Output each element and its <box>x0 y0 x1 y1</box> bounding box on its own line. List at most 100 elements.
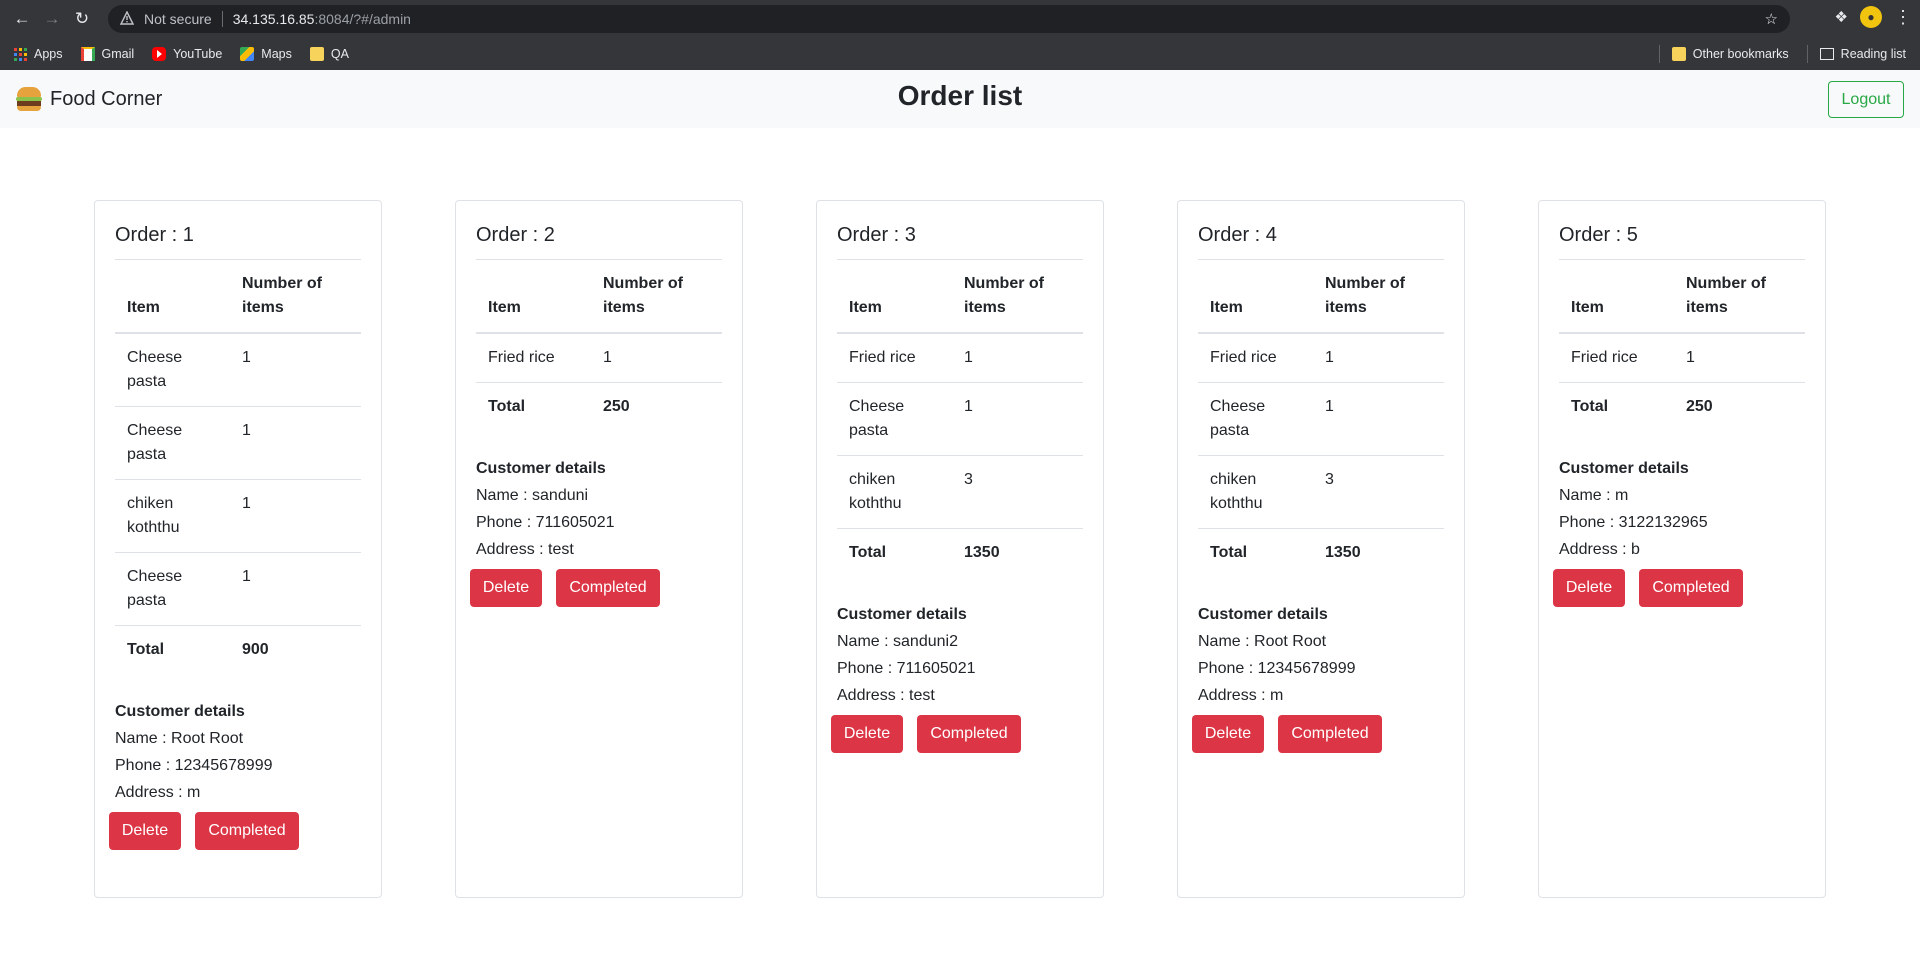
profile-avatar[interactable]: ● <box>1860 6 1882 28</box>
folder-icon <box>1671 47 1686 61</box>
completed-button[interactable]: Completed <box>917 715 1021 753</box>
back-arrow-icon[interactable]: ← <box>8 5 36 33</box>
table-header-row: Item Number of items <box>476 259 722 334</box>
order-actions: Delete Completed <box>1192 715 1444 753</box>
extensions-puzzle-icon[interactable]: ❖ <box>1835 8 1848 26</box>
order-items-table: Item Number of items Cheese pasta 1 Chee… <box>115 259 361 674</box>
bookmark-youtube[interactable]: YouTube <box>152 47 222 61</box>
table-header-row: Item Number of items <box>115 259 361 334</box>
item-column-header: Item <box>115 259 230 334</box>
order-item-row: chiken koththu 3 <box>1198 455 1444 529</box>
delete-button[interactable]: Delete <box>831 715 903 753</box>
bookmark-label: QA <box>330 47 349 61</box>
customer-address: Address : m <box>1198 687 1284 704</box>
item-qty: 1 <box>591 332 722 383</box>
order-item-row: chiken koththu 3 <box>837 455 1083 529</box>
total-label: Total <box>1198 528 1313 577</box>
delete-button[interactable]: Delete <box>1192 715 1264 753</box>
customer-details: Customer details Name : m Phone : 312213… <box>1559 455 1805 563</box>
maps-icon <box>240 47 255 61</box>
completed-button[interactable]: Completed <box>195 812 299 850</box>
order-item-row: Fried rice 1 <box>1198 332 1444 383</box>
order-card: Order : 4 Item Number of items Fried ric… <box>1177 200 1465 898</box>
total-value: 250 <box>591 382 722 431</box>
total-row: Total 250 <box>476 382 722 431</box>
order-actions: Delete Completed <box>831 715 1083 753</box>
forward-arrow-icon[interactable]: → <box>38 5 66 33</box>
bookmark-label: Gmail <box>101 47 135 61</box>
bookmark-gmail[interactable]: Gmail <box>80 47 135 61</box>
browser-menu-icon[interactable]: ⋮ <box>1894 8 1912 26</box>
customer-name: Name : Root Root <box>1198 633 1327 650</box>
order-card: Order : 3 Item Number of items Fried ric… <box>816 200 1104 898</box>
item-name: Fried rice <box>1559 332 1674 383</box>
order-item-row: chiken koththu 1 <box>115 479 361 553</box>
customer-address: Address : b <box>1559 541 1640 558</box>
order-item-row: Cheese pasta 1 <box>115 406 361 480</box>
order-items-table: Item Number of items Fried rice 1 Cheese… <box>1198 259 1444 577</box>
completed-button[interactable]: Completed <box>1278 715 1382 753</box>
customer-details: Customer details Name : Root Root Phone … <box>115 698 361 806</box>
total-label: Total <box>115 625 230 674</box>
delete-button[interactable]: Delete <box>109 812 181 850</box>
total-value: 250 <box>1674 382 1805 431</box>
url-host: 34.135.16.85 <box>232 11 315 27</box>
item-name: chiken koththu <box>837 455 952 529</box>
customer-address: Address : test <box>837 687 935 704</box>
bookmark-star-icon[interactable]: ☆ <box>1765 10 1778 28</box>
bookmarks-divider <box>1658 45 1660 63</box>
customer-name: Name : sanduni <box>476 487 589 504</box>
total-row: Total 1350 <box>837 528 1083 577</box>
total-label: Total <box>837 528 952 577</box>
logout-button[interactable]: Logout <box>1828 81 1904 118</box>
customer-details: Customer details Name : Root Root Phone … <box>1198 601 1444 709</box>
table-header-row: Item Number of items <box>837 259 1083 334</box>
bookmark-apps[interactable]: Apps <box>14 47 63 61</box>
total-row: Total 1350 <box>1198 528 1444 577</box>
order-actions: Delete Completed <box>1553 569 1805 607</box>
item-name: Cheese pasta <box>837 382 952 456</box>
completed-button[interactable]: Completed <box>556 569 660 607</box>
customer-details-title: Customer details <box>1198 606 1328 623</box>
item-qty: 1 <box>952 382 1083 456</box>
reload-icon[interactable]: ↻ <box>68 5 96 33</box>
delete-button[interactable]: Delete <box>1553 569 1625 607</box>
bookmarks-right: Other bookmarks Reading list <box>1658 38 1906 70</box>
completed-button[interactable]: Completed <box>1639 569 1743 607</box>
page-title: Order list <box>897 80 1023 111</box>
url-path: :8084/?#/admin <box>314 11 411 27</box>
total-label: Total <box>476 382 591 431</box>
item-name: Cheese pasta <box>115 552 230 626</box>
customer-name: Name : m <box>1559 487 1629 504</box>
item-name: Cheese pasta <box>1198 382 1313 456</box>
reading-list[interactable]: Reading list <box>1819 47 1906 61</box>
order-title: Order : 1 <box>115 224 194 246</box>
customer-details: Customer details Name : sanduni Phone : … <box>476 455 722 563</box>
count-column-header: Number of items <box>230 259 361 334</box>
item-qty: 3 <box>952 455 1083 529</box>
other-bookmarks[interactable]: Other bookmarks <box>1671 47 1789 61</box>
item-qty: 1 <box>952 332 1083 383</box>
app-navbar: Food Corner Order list Logout <box>0 70 1920 128</box>
address-bar[interactable]: Not secure 34.135.16.85 :8084/?#/admin ☆ <box>108 5 1790 33</box>
customer-phone: Phone : 12345678999 <box>115 757 273 774</box>
item-qty: 1 <box>1674 332 1805 383</box>
bookmark-qa[interactable]: QA <box>309 47 349 61</box>
browser-toolbar: ← → ↻ Not secure 34.135.16.85 :8084/?#/a… <box>0 0 1920 38</box>
total-row: Total 900 <box>115 625 361 674</box>
customer-phone: Phone : 711605021 <box>476 514 615 531</box>
customer-address: Address : m <box>115 784 201 801</box>
order-actions: Delete Completed <box>109 812 361 850</box>
item-qty: 1 <box>230 332 361 407</box>
bookmark-maps[interactable]: Maps <box>240 47 292 61</box>
customer-phone: Phone : 12345678999 <box>1198 660 1356 677</box>
item-name: Cheese pasta <box>115 406 230 480</box>
item-name: Cheese pasta <box>115 332 230 407</box>
item-qty: 1 <box>230 406 361 480</box>
customer-details-title: Customer details <box>476 460 606 477</box>
delete-button[interactable]: Delete <box>470 569 542 607</box>
total-value: 900 <box>230 625 361 674</box>
browser-chrome: ← → ↻ Not secure 34.135.16.85 :8084/?#/a… <box>0 0 1920 70</box>
count-column-header: Number of items <box>591 259 722 334</box>
count-column-header: Number of items <box>952 259 1083 334</box>
